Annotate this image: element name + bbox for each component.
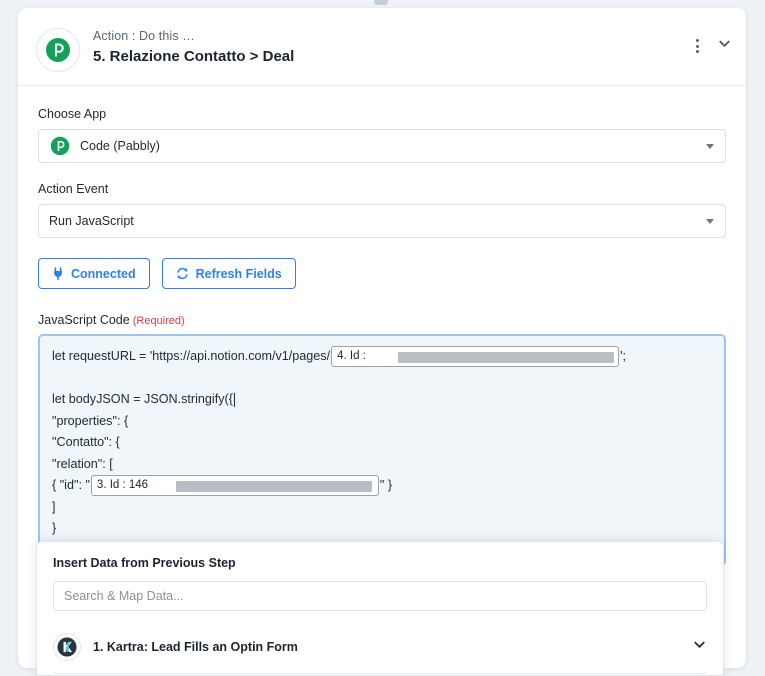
choose-app-value: Code (Pabbly)	[80, 139, 160, 153]
caret-down-icon	[706, 219, 714, 224]
connected-button[interactable]: Connected	[38, 258, 150, 289]
code-line: { "id": " 3. Id : 146 " }	[52, 475, 712, 497]
list-item-label: 1. Kartra: Lead Fills an Optin Form	[93, 640, 298, 654]
step-header-actions	[689, 36, 732, 56]
mapped-token-url-id[interactable]: 4. Id :	[331, 346, 620, 368]
connection-buttons: Connected Refresh Fields	[38, 258, 726, 289]
connected-button-label: Connected	[71, 266, 136, 281]
code-line: let requestURL = 'https://api.notion.com…	[52, 346, 712, 368]
refresh-fields-button[interactable]: Refresh Fields	[161, 258, 296, 289]
code-text: "properties": {	[52, 413, 129, 428]
mapped-token-relation-id[interactable]: 3. Id : 146	[90, 475, 379, 497]
redaction-bar	[398, 352, 615, 364]
kebab-menu-icon[interactable]	[689, 37, 705, 55]
redaction-bar	[175, 481, 372, 493]
action-event-label: Action Event	[38, 182, 109, 196]
code-line: let bodyJSON = JSON.stringify({	[52, 389, 712, 411]
code-text: " }	[379, 478, 393, 492]
code-line: "Contatto": {	[52, 432, 712, 454]
required-marker: (Required)	[132, 315, 185, 327]
code-text: { "id": "	[52, 478, 90, 492]
pabbly-logo-icon	[36, 28, 80, 72]
step-header-text: Action : Do this … 5. Relazione Contatto…	[93, 28, 294, 68]
insert-data-panel: Insert Data from Previous Step 1. Kartra…	[36, 541, 724, 676]
refresh-fields-button-label: Refresh Fields	[195, 266, 282, 281]
code-line: ]	[52, 497, 712, 519]
chevron-down-icon[interactable]	[717, 36, 732, 56]
choose-app-label: Choose App	[38, 107, 107, 121]
code-text: }	[52, 521, 57, 535]
chevron-down-icon[interactable]	[692, 637, 707, 657]
mapped-token-label: 3. Id : 146	[96, 479, 149, 491]
caret-down-icon	[706, 144, 714, 149]
insert-data-title: Insert Data from Previous Step	[53, 556, 236, 570]
step-title: 5. Relazione Contatto > Deal	[93, 48, 295, 65]
list-item[interactable]: 1. Kartra: Lead Fills an Optin Form	[53, 633, 707, 674]
plug-icon	[52, 267, 64, 280]
code-text: "relation": [	[52, 456, 113, 471]
mapped-token-label: 4. Id :	[337, 350, 366, 362]
code-text: ]	[52, 499, 56, 514]
code-text: "Contatto": {	[52, 435, 120, 449]
step-header: Action : Do this … 5. Relazione Contatto…	[18, 8, 746, 86]
code-line: "relation": [	[52, 454, 712, 476]
choose-app-select[interactable]: Code (Pabbly)	[38, 129, 726, 163]
code-text: ';	[620, 349, 627, 363]
javascript-code-label: JavaScript Code (Required)	[38, 313, 726, 327]
action-event-value: Run JavaScript	[49, 214, 134, 228]
text-cursor	[233, 392, 235, 407]
code-line: }	[52, 518, 712, 540]
step-body: Choose App Code (Pabbly) Action Event Ru…	[18, 86, 746, 566]
search-map-data-input[interactable]	[53, 581, 707, 611]
javascript-code-label-text: JavaScript Code	[38, 313, 130, 327]
action-event-select[interactable]: Run JavaScript	[38, 204, 726, 238]
step-kicker: Action : Do this …	[93, 29, 195, 43]
pabbly-logo-icon	[49, 135, 71, 157]
refresh-icon	[176, 267, 189, 280]
kartra-logo-icon	[53, 633, 81, 661]
code-text: let bodyJSON = JSON.stringify({	[52, 392, 233, 406]
code-line: "properties": {	[52, 411, 712, 433]
app-root: Action : Do this … 5. Relazione Contatto…	[0, 0, 765, 676]
code-text: let requestURL = 'https://api.notion.com…	[52, 349, 331, 363]
top-edge-marker	[374, 0, 388, 5]
javascript-code-editor[interactable]: let requestURL = 'https://api.notion.com…	[38, 334, 726, 566]
